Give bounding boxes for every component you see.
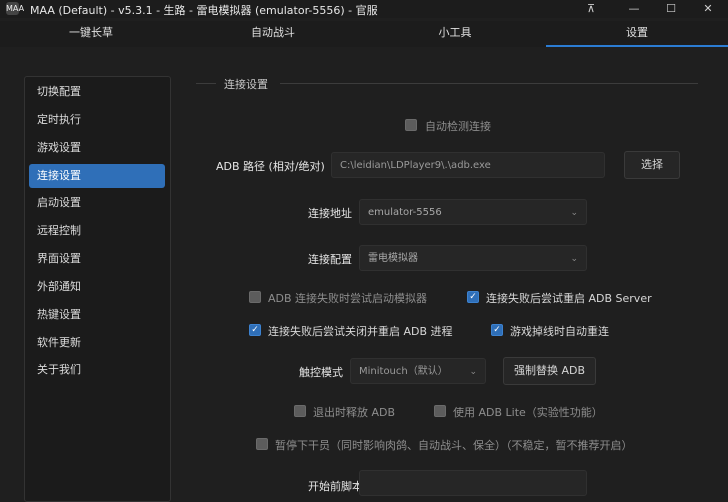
tab-auto-battle[interactable]: 自动战斗 — [182, 21, 364, 45]
config-label: 连接配置 — [308, 253, 352, 266]
pause-operator-checkbox[interactable] — [256, 438, 268, 450]
select-adb-button[interactable]: 选择 — [624, 151, 680, 179]
window-title: MAA (Default) - v5.3.1 - 生路 - 雷电模拟器 (emu… — [30, 4, 378, 17]
sidebar-item-game[interactable]: 游戏设置 — [29, 136, 165, 160]
sidebar-item-schedule[interactable]: 定时执行 — [29, 108, 165, 132]
config-select[interactable]: 雷电模拟器 ⌄ — [359, 245, 587, 271]
chevron-down-icon: ⌄ — [570, 254, 578, 264]
check-icon: ✓ — [493, 325, 501, 335]
adb-path-label: ADB 路径 (相对/绝对) — [216, 160, 325, 173]
retry-kill-restart-adb-checkbox[interactable]: ✓ — [249, 324, 261, 336]
section-divider-left — [196, 83, 216, 84]
main-tabs: 一键长草 自动战斗 小工具 设置 — [0, 21, 728, 47]
sidebar-item-ui[interactable]: 界面设置 — [29, 247, 165, 271]
sidebar-item-switch-config[interactable]: 切换配置 — [29, 80, 165, 104]
address-label: 连接地址 — [308, 207, 352, 220]
retry-restart-adb-checkbox[interactable]: ✓ — [467, 291, 479, 303]
chevron-down-icon: ⌄ — [570, 208, 578, 218]
touch-mode-select[interactable]: Minitouch（默认） ⌄ — [350, 358, 486, 384]
sidebar-item-hotkey[interactable]: 热键设置 — [29, 303, 165, 327]
address-value: emulator-5556 — [368, 207, 442, 218]
touch-mode-label: 触控模式 — [299, 366, 343, 379]
sidebar-item-about[interactable]: 关于我们 — [29, 358, 165, 382]
sidebar-item-connection[interactable]: 连接设置 — [29, 164, 165, 188]
auto-detect-label: 自动检测连接 — [425, 120, 491, 133]
release-on-exit-checkbox[interactable] — [294, 405, 306, 417]
retry-kill-restart-adb-label: 连接失败后尝试关闭并重启 ADB 进程 — [268, 325, 453, 338]
app-logo-icon: MAA — [6, 2, 25, 15]
section-title: 连接设置 — [224, 78, 268, 91]
tab-tools[interactable]: 小工具 — [364, 21, 546, 45]
auto-detect-checkbox[interactable] — [405, 119, 417, 131]
pause-operator-label: 暂停下干员（同时影响肉鸽、自动战斗、保全）（不稳定，暂不推荐开启） — [275, 439, 633, 452]
sidebar-item-notify[interactable]: 外部通知 — [29, 275, 165, 299]
retry-restart-adb-label: 连接失败后尝试重启 ADB Server — [486, 292, 652, 305]
pre-script-input[interactable] — [359, 470, 587, 496]
adb-lite-checkbox[interactable] — [434, 405, 446, 417]
adb-lite-label: 使用 ADB Lite（实验性功能） — [453, 406, 603, 419]
sidebar-item-update[interactable]: 软件更新 — [29, 331, 165, 355]
minimize-button[interactable]: — — [620, 0, 648, 18]
maximize-button[interactable]: ☐ — [657, 0, 685, 18]
check-icon: ✓ — [251, 325, 259, 335]
check-icon: ✓ — [469, 292, 477, 302]
sidebar-item-remote[interactable]: 远程控制 — [29, 219, 165, 243]
retry-launch-emulator-label: ADB 连接失败时尝试启动模拟器 — [268, 292, 428, 305]
tab-one-click[interactable]: 一键长草 — [0, 21, 182, 45]
title-bar: MAA MAA (Default) - v5.3.1 - 生路 - 雷电模拟器 … — [0, 0, 728, 18]
adb-path-input[interactable]: C:\leidian\LDPlayer9\.\adb.exe — [331, 152, 605, 178]
sidebar-item-startup[interactable]: 启动设置 — [29, 191, 165, 215]
pin-icon[interactable]: ⊼ — [577, 0, 605, 18]
force-replace-adb-button[interactable]: 强制替换 ADB — [503, 357, 596, 385]
auto-reconnect-checkbox[interactable]: ✓ — [491, 324, 503, 336]
chevron-down-icon: ⌄ — [469, 367, 477, 377]
retry-launch-emulator-checkbox[interactable] — [249, 291, 261, 303]
settings-sidebar: 切换配置 定时执行 游戏设置 连接设置 启动设置 远程控制 界面设置 外部通知 … — [24, 76, 171, 502]
auto-reconnect-label: 游戏掉线时自动重连 — [510, 325, 609, 338]
close-button[interactable]: ✕ — [694, 0, 722, 18]
tab-settings[interactable]: 设置 — [546, 21, 728, 47]
release-on-exit-label: 退出时释放 ADB — [313, 406, 396, 419]
config-value: 雷电模拟器 — [368, 253, 418, 264]
address-combobox[interactable]: emulator-5556 ⌄ — [359, 199, 587, 225]
section-divider-right — [280, 83, 698, 84]
pre-script-label: 开始前脚本 — [308, 480, 363, 493]
touch-mode-value: Minitouch（默认） — [359, 366, 448, 377]
